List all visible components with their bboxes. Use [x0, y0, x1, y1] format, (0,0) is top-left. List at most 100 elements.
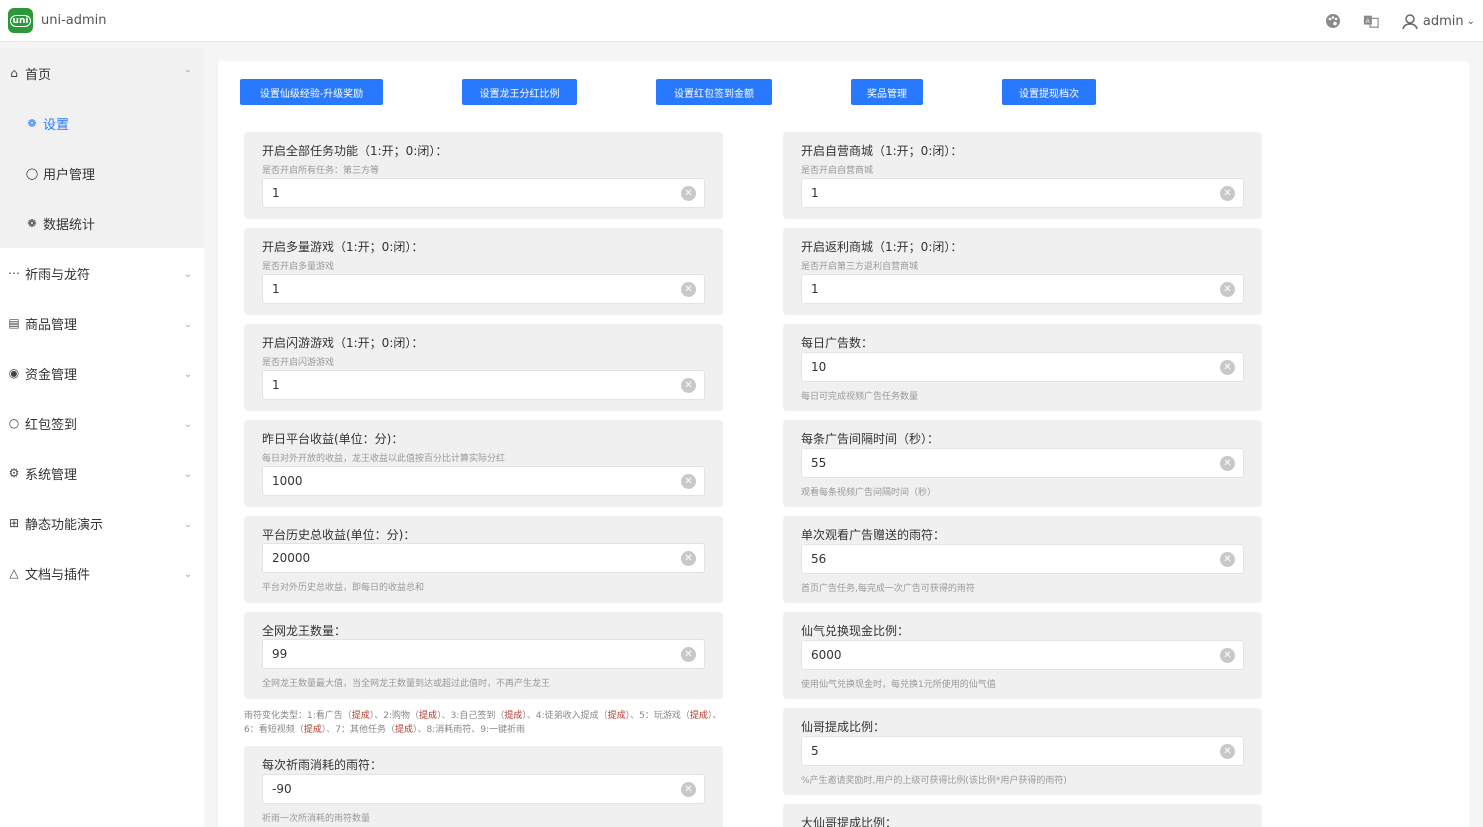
prize-manage-button[interactable]: 奖品管理 [851, 79, 923, 105]
setting-desc: 观看每条视频广告间隔时间（秒） [801, 488, 937, 498]
note-text: ）、5：玩游戏（ [625, 711, 690, 721]
settings-icon: ⚙ [8, 466, 20, 480]
setting-card: 每次祈雨消耗的雨符： -90 ✕ 祈雨一次所消耗的雨符数量 [244, 746, 723, 827]
setting-desc: 使用仙气兑换现金时，每兑换1元所使用的仙气值 [801, 680, 996, 690]
setting-card: 昨日平台收益(单位：分)： 每日对外开放的收益，龙王收益以此值按百分比计算实际分… [244, 420, 723, 507]
sidebar-item-goods[interactable]: ▤ 商品管理 ⌄ [0, 298, 204, 348]
setting-desc: 首页广告任务,每完成一次广告可获得的雨符 [801, 584, 975, 594]
gear-icon: ❁ [27, 216, 37, 230]
sidebar-item-redpacket[interactable]: ○ 红包签到 ⌄ [0, 398, 204, 448]
setting-title: 开启自营商城（1:开；0:闭）： [801, 144, 963, 158]
clear-icon[interactable]: ✕ [1220, 744, 1235, 759]
clear-icon[interactable]: ✕ [1220, 282, 1235, 297]
sidebar-item-label: 用户管理 [43, 167, 96, 183]
sidebar-item-label: 数据统计 [43, 217, 96, 233]
setting-title: 大仙哥提成比例： [801, 816, 898, 827]
sidebar-item-stats[interactable]: ❁ 数据统计 [0, 198, 204, 248]
note-text: ）、7：其他任务（ [321, 725, 395, 735]
clear-icon[interactable]: ✕ [681, 551, 696, 566]
app-logo[interactable]: uni [8, 8, 33, 33]
setting-desc: 全网龙王数量最大值，当全网龙王数量到达或超过此值时，不再产生龙王 [262, 679, 551, 689]
setting-input[interactable]: 6000 ✕ [801, 640, 1244, 670]
sidebar-item-home[interactable]: ⌂ 首页 ⌃ [0, 48, 204, 98]
input-value: 1 [811, 282, 819, 296]
clear-icon[interactable]: ✕ [1220, 186, 1235, 201]
sidebar-item-system[interactable]: ⚙ 系统管理 ⌄ [0, 448, 204, 498]
app-title[interactable]: uni-admin [41, 13, 107, 28]
dragon-dividend-button[interactable]: 设置龙王分红比例 [462, 79, 577, 105]
clear-icon[interactable]: ✕ [681, 186, 696, 201]
redpacket-amount-button[interactable]: 设置红包签到金额 [656, 79, 772, 105]
sidebar-item-label: 红包签到 [25, 417, 78, 433]
main-content: 设置仙级经验-升级奖励 设置龙王分红比例 设置红包签到金额 奖品管理 设置提现档… [218, 61, 1469, 827]
setting-title: 开启返利商城（1:开；0:闭）： [801, 240, 963, 254]
setting-input[interactable]: 1 ✕ [262, 370, 705, 400]
input-value: 5 [811, 744, 819, 758]
chevron-down-icon: ⌄ [183, 369, 192, 380]
setting-desc: 是否开启多量游戏 [262, 262, 335, 272]
clear-icon[interactable]: ✕ [681, 647, 696, 662]
setting-input[interactable]: 10 ✕ [801, 352, 1244, 382]
setting-title: 仙气兑换现金比例： [801, 624, 910, 638]
input-value: 1 [272, 282, 280, 296]
setting-input[interactable]: 56 ✕ [801, 544, 1244, 574]
more-icon: ⋯ [8, 266, 20, 280]
setting-desc: 是否开启第三方返利自营商城 [801, 262, 919, 272]
setting-input[interactable]: 99 ✕ [262, 639, 705, 669]
sidebar-item-settings[interactable]: ❁ 设置 [0, 98, 204, 148]
sidebar-item-users[interactable]: ◯ 用户管理 [0, 148, 204, 198]
top-bar: uni uni-admin A admin ⌄ [0, 0, 1483, 42]
setting-desc: %产生邀请奖励时,用户的上级可获得比例(该比例*用户获得的雨符) [801, 776, 1067, 786]
setting-input[interactable]: 5 ✕ [801, 736, 1244, 766]
user-menu[interactable]: admin ⌄ [1401, 12, 1475, 30]
setting-title: 每日广告数： [801, 336, 874, 350]
translate-icon[interactable]: A [1363, 13, 1379, 29]
clear-icon[interactable]: ✕ [681, 282, 696, 297]
input-value: 1 [272, 378, 280, 392]
sidebar-item-finance[interactable]: ◉ 资金管理 ⌄ [0, 348, 204, 398]
setting-input[interactable]: 1 ✕ [262, 178, 705, 208]
clear-icon[interactable]: ✕ [1220, 360, 1235, 375]
chevron-down-icon: ⌄ [183, 419, 192, 430]
setting-input[interactable]: 1 ✕ [801, 274, 1244, 304]
clear-icon[interactable]: ✕ [1220, 648, 1235, 663]
note-highlight: 提成 [419, 711, 438, 721]
setting-card: 仙气兑换现金比例： 6000 ✕ 使用仙气兑换现金时，每兑换1元所使用的仙气值 [783, 612, 1262, 699]
clear-icon[interactable]: ✕ [681, 378, 696, 393]
clear-icon[interactable]: ✕ [681, 782, 696, 797]
setting-input[interactable]: 1 ✕ [801, 178, 1244, 208]
setting-input[interactable]: 1 ✕ [262, 274, 705, 304]
sidebar-item-docs[interactable]: △ 文档与插件 ⌄ [0, 548, 204, 598]
setting-title: 平台历史总收益(单位：分)： [262, 528, 416, 542]
setting-card: 开启自营商城（1:开；0:闭）： 是否开启自营商城 1 ✕ [783, 132, 1262, 219]
note-highlight: 提成 [689, 711, 708, 721]
sidebar-item-demo[interactable]: ⊞ 静态功能演示 ⌄ [0, 498, 204, 548]
clear-icon[interactable]: ✕ [1220, 456, 1235, 471]
note-highlight: 提成 [394, 725, 413, 735]
sidebar-item-label: 静态功能演示 [25, 517, 104, 533]
palette-icon[interactable] [1325, 13, 1341, 29]
clear-icon[interactable]: ✕ [1220, 552, 1235, 567]
note-text: ）、3:自己签到（ [437, 711, 505, 721]
setting-card: 开启返利商城（1:开；0:闭）： 是否开启第三方返利自营商城 1 ✕ [783, 228, 1262, 315]
chevron-down-icon: ⌄ [183, 469, 192, 480]
sidebar-item-label: 首页 [25, 67, 52, 83]
user-name: admin [1422, 13, 1464, 29]
input-value: 1 [811, 186, 819, 200]
upgrade-reward-button[interactable]: 设置仙级经验-升级奖励 [240, 79, 383, 105]
setting-input[interactable]: 55 ✕ [801, 448, 1244, 478]
setting-input[interactable]: 1000 ✕ [262, 466, 705, 496]
withdraw-tier-button[interactable]: 设置提现档次 [1002, 79, 1096, 105]
clear-icon[interactable]: ✕ [681, 474, 696, 489]
sidebar-item-rain[interactable]: ⋯ 祈雨与龙符 ⌄ [0, 248, 204, 298]
logo-text: uni [9, 14, 32, 27]
sidebar-item-label: 设置 [43, 117, 70, 133]
setting-input[interactable]: -90 ✕ [262, 774, 705, 804]
setting-title: 开启多量游戏（1:开；0:闭）： [262, 240, 424, 254]
sidebar-item-label: 商品管理 [25, 317, 78, 333]
setting-input[interactable]: 20000 ✕ [262, 543, 705, 573]
setting-title: 昨日平台收益(单位：分)： [262, 432, 404, 446]
goods-icon: ▤ [8, 316, 20, 330]
setting-title: 单次观看广告赠送的雨符： [801, 528, 946, 542]
note-highlight: 提成 [607, 711, 626, 721]
